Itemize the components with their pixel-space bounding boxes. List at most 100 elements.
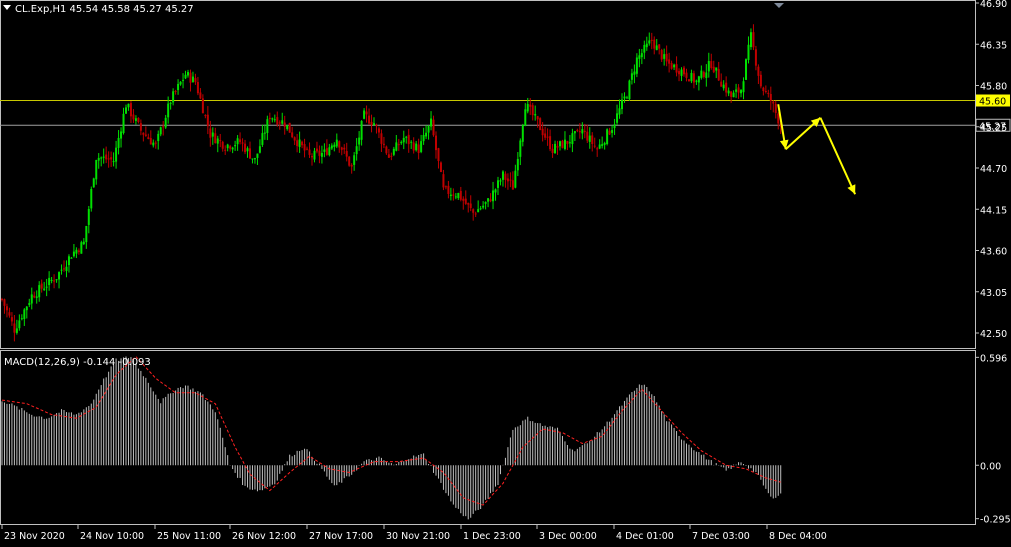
candle-body[interactable] [211, 132, 214, 137]
candle-body[interactable] [152, 142, 155, 146]
candle-body[interactable] [129, 103, 132, 117]
candle-body[interactable] [762, 87, 765, 92]
candle-body[interactable] [28, 303, 31, 305]
candle-body[interactable] [452, 194, 455, 196]
candle-body[interactable] [685, 72, 688, 78]
candle-body[interactable] [759, 74, 762, 87]
candle-body[interactable] [117, 137, 120, 148]
candle-body[interactable] [206, 114, 209, 127]
candle-body[interactable] [430, 118, 433, 127]
candle-body[interactable] [325, 148, 328, 155]
candle-body[interactable] [559, 141, 561, 147]
candle-body[interactable] [360, 120, 363, 140]
candle-body[interactable] [80, 242, 83, 254]
candle-body[interactable] [311, 156, 313, 158]
candle-body[interactable] [710, 61, 713, 68]
candle-body[interactable] [363, 110, 366, 119]
candle-body[interactable] [499, 180, 502, 182]
candle-body[interactable] [281, 120, 284, 124]
candle-body[interactable] [30, 294, 33, 304]
candle-body[interactable] [427, 126, 430, 133]
candle-body[interactable] [700, 70, 703, 78]
candle-body[interactable] [497, 180, 499, 188]
candle-body[interactable] [695, 80, 698, 82]
candle-body[interactable] [335, 139, 338, 147]
candle-body[interactable] [663, 54, 666, 59]
candle-body[interactable] [769, 94, 772, 102]
candle-body[interactable] [214, 133, 217, 144]
candle-body[interactable] [511, 180, 514, 190]
candle-body[interactable] [772, 101, 775, 104]
candle-body[interactable] [3, 299, 6, 306]
candle-body[interactable] [754, 49, 757, 66]
candle-body[interactable] [139, 123, 142, 131]
candle-body[interactable] [234, 144, 237, 147]
candle-body[interactable] [308, 149, 311, 155]
candle-body[interactable] [670, 63, 673, 69]
candle-body[interactable] [60, 269, 63, 271]
candle-body[interactable] [201, 98, 204, 114]
candle-body[interactable] [144, 134, 147, 136]
candle-body[interactable] [348, 156, 351, 166]
candle-body[interactable] [425, 132, 428, 137]
candle-body[interactable] [120, 131, 123, 139]
candle-body[interactable] [437, 148, 440, 162]
candle-body[interactable] [179, 81, 182, 85]
candle-body[interactable] [415, 143, 418, 151]
candle-body[interactable] [581, 129, 584, 134]
candle-body[interactable] [134, 118, 137, 121]
candle-body[interactable] [320, 152, 323, 157]
candle-body[interactable] [777, 113, 780, 124]
candle-body[interactable] [221, 141, 224, 149]
candle-body[interactable] [67, 256, 70, 266]
candle-body[interactable] [665, 53, 668, 62]
candle-body[interactable] [735, 89, 738, 92]
candle-body[interactable] [164, 117, 167, 128]
candle-body[interactable] [196, 82, 199, 94]
candle-body[interactable] [377, 128, 380, 133]
candle-body[interactable] [757, 66, 760, 76]
candle-body[interactable] [70, 257, 73, 259]
candle-body[interactable] [246, 148, 249, 152]
candle-body[interactable] [340, 147, 343, 150]
candle-body[interactable] [474, 213, 477, 215]
chart-canvas[interactable]: 45.6045.27 46.90 46.35 45.80 45.25 44.70 44.1… [0, 0, 1011, 543]
candle-body[interactable] [65, 266, 68, 271]
candle-body[interactable] [444, 186, 447, 188]
candle-body[interactable] [380, 133, 383, 144]
candle-body[interactable] [618, 108, 621, 115]
candle-body[interactable] [92, 178, 95, 188]
candle-body[interactable] [621, 99, 623, 110]
candle-body[interactable] [482, 205, 485, 208]
candle-body[interactable] [72, 251, 75, 257]
trading-chart-window[interactable]: 45.60 45.27 46.90 46.35 45.80 45.25 44.70 44.1… [0, 0, 1011, 543]
candle-body[interactable] [506, 178, 509, 182]
candle-body[interactable] [551, 148, 554, 153]
candle-body[interactable] [519, 140, 522, 157]
candle-body[interactable] [296, 140, 299, 147]
candle-body[interactable] [358, 137, 361, 145]
candle-body[interactable] [38, 285, 41, 298]
candle-body[interactable] [373, 123, 375, 125]
candle-body[interactable] [725, 82, 728, 93]
candle-body[interactable] [149, 137, 152, 145]
candle-body[interactable] [382, 143, 385, 145]
candle-body[interactable] [283, 122, 286, 127]
candle-body[interactable] [675, 64, 678, 73]
candle-body[interactable] [432, 119, 435, 136]
candle-body[interactable] [35, 296, 38, 298]
candle-body[interactable] [53, 280, 56, 282]
candle-body[interactable] [492, 190, 495, 202]
candle-body[interactable] [640, 53, 643, 58]
candle-body[interactable] [18, 320, 21, 329]
candle-body[interactable] [539, 118, 542, 131]
candle-body[interactable] [390, 155, 393, 157]
candle-body[interactable] [680, 69, 683, 76]
candle-body[interactable] [740, 90, 743, 94]
candle-body[interactable] [107, 158, 110, 160]
candle-body[interactable] [715, 67, 718, 71]
candle-body[interactable] [85, 225, 88, 243]
candle-body[interactable] [412, 142, 415, 151]
candle-body[interactable] [717, 68, 720, 81]
candle-body[interactable] [655, 45, 658, 51]
